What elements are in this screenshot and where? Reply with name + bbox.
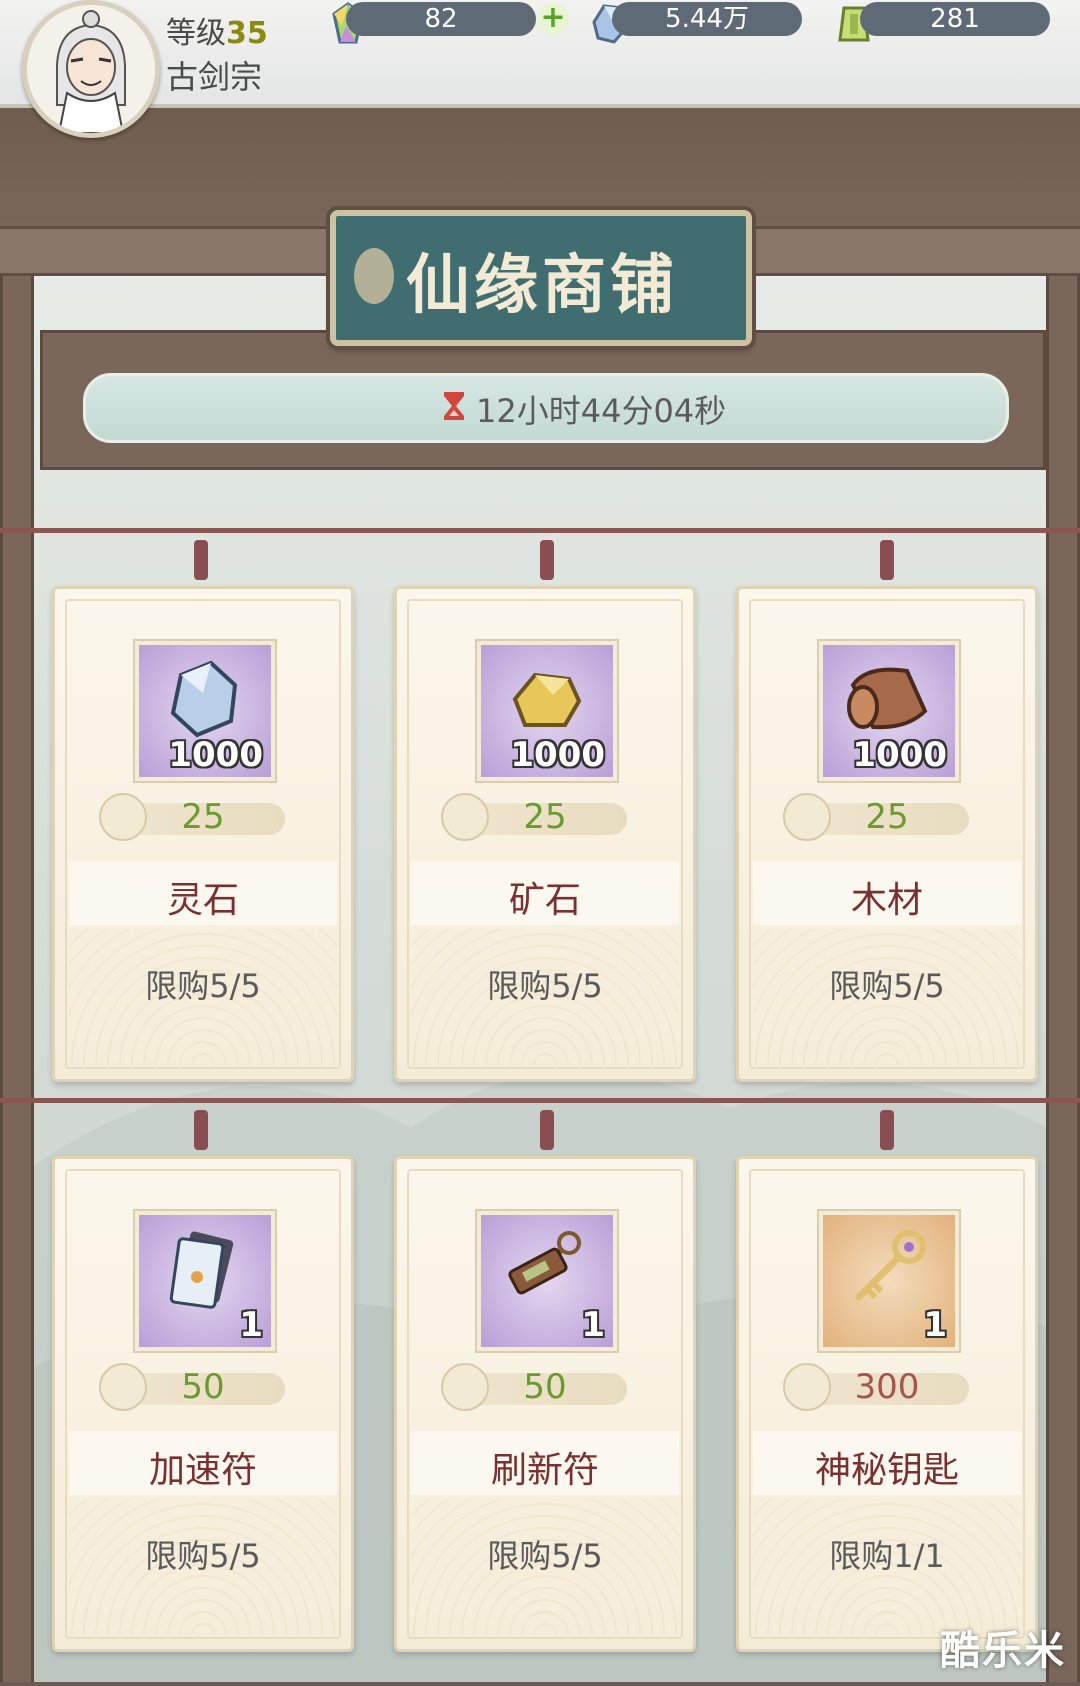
item-quantity: 1000 [510,735,605,775]
level-label: 等级 [166,16,226,51]
ore-icon [512,672,582,727]
wood-icon [847,667,928,730]
refresh-countdown: 12小时44分04秒 [476,392,727,430]
purchase-limit: 限购5/5 [145,1537,261,1575]
elder-portrait-icon [27,5,155,133]
item-name: 灵石 [166,880,239,921]
item-slot: 1 [135,1211,275,1351]
frame-pillar-left [0,268,34,1682]
item-slot: 1 [477,1211,617,1351]
purchase-limit: 限购5/5 [145,967,261,1005]
shop-item-card[interactable]: 1 50 加速符 限购5/5 [52,1156,354,1652]
item-price: 25 [523,797,567,837]
crystal-counter: 5.44万 [612,2,802,36]
hourglass-icon [444,392,464,420]
shop-item-card[interactable]: 1000 25 灵石 限购5/5 [52,586,354,1082]
level-display: 等级35 [166,8,268,52]
item-quantity: 1 [581,1305,605,1345]
mystery-key-icon [855,1230,926,1301]
purchase-limit: 限购1/1 [829,1537,945,1575]
hanging-rope-top [0,528,1080,533]
add-gem-button[interactable]: + [537,3,569,35]
purchase-limit: 限购5/5 [487,967,603,1005]
level-value: 35 [226,16,268,51]
refresh-talisman-icon [508,1231,581,1295]
item-slot: 1000 [819,641,959,781]
frame-pillar-right [1046,268,1080,1682]
item-price: 50 [523,1367,567,1407]
shop-item-card[interactable]: 1000 25 矿石 限购5/5 [394,586,696,1082]
item-slot: 1 [819,1211,959,1351]
shop-title-plaque: 仙缘商铺 [330,210,752,346]
top-status-bar: 等级35 古剑宗 82 + 5.44万 281 [0,0,1080,108]
item-slot: 1000 [135,641,275,781]
site-watermark: 酷乐米 [940,1628,1066,1674]
item-quantity: 1000 [168,735,263,775]
item-quantity: 1 [239,1305,263,1345]
item-name: 矿石 [508,880,581,921]
shop-item-card[interactable]: 1 50 刷新符 限购5/5 [394,1156,696,1652]
peg [880,1110,894,1150]
player-avatar[interactable] [22,0,160,138]
token-counter: 281 [860,2,1050,36]
purchase-limit: 限购5/5 [829,967,945,1005]
peg [880,540,894,580]
item-name: 刷新符 [490,1450,599,1491]
shop-title: 仙缘商铺 [406,248,678,323]
item-price: 25 [181,797,225,837]
hanging-rope-bottom [0,1098,1080,1103]
item-quantity: 1 [923,1305,947,1345]
spirit-stone-icon [170,660,238,738]
gem-counter: 82 [346,2,536,36]
sect-name: 古剑宗 [166,58,263,96]
shop-item-card[interactable]: 1000 25 木材 限购5/5 [736,586,1038,1082]
shop-item-card[interactable]: 1 300 神秘钥匙 限购1/1 [736,1156,1038,1652]
item-name: 神秘钥匙 [814,1450,959,1491]
item-slot: 1000 [477,641,617,781]
item-price: 300 [854,1367,920,1407]
item-quantity: 1000 [852,735,947,775]
peg [194,1110,208,1150]
peg [194,540,208,580]
purchase-limit: 限购5/5 [487,1537,603,1575]
peg [540,540,554,580]
speed-talisman-icon [169,1231,234,1309]
item-name: 木材 [850,880,923,921]
peg [540,1110,554,1150]
timer-panel: 12小时44分04秒 [40,330,1046,470]
item-name: 加速符 [148,1450,257,1491]
item-price: 25 [865,797,909,837]
item-price: 50 [181,1367,225,1407]
timer-scroll: 12小时44分04秒 [83,373,1009,443]
seal-icon [354,248,394,304]
